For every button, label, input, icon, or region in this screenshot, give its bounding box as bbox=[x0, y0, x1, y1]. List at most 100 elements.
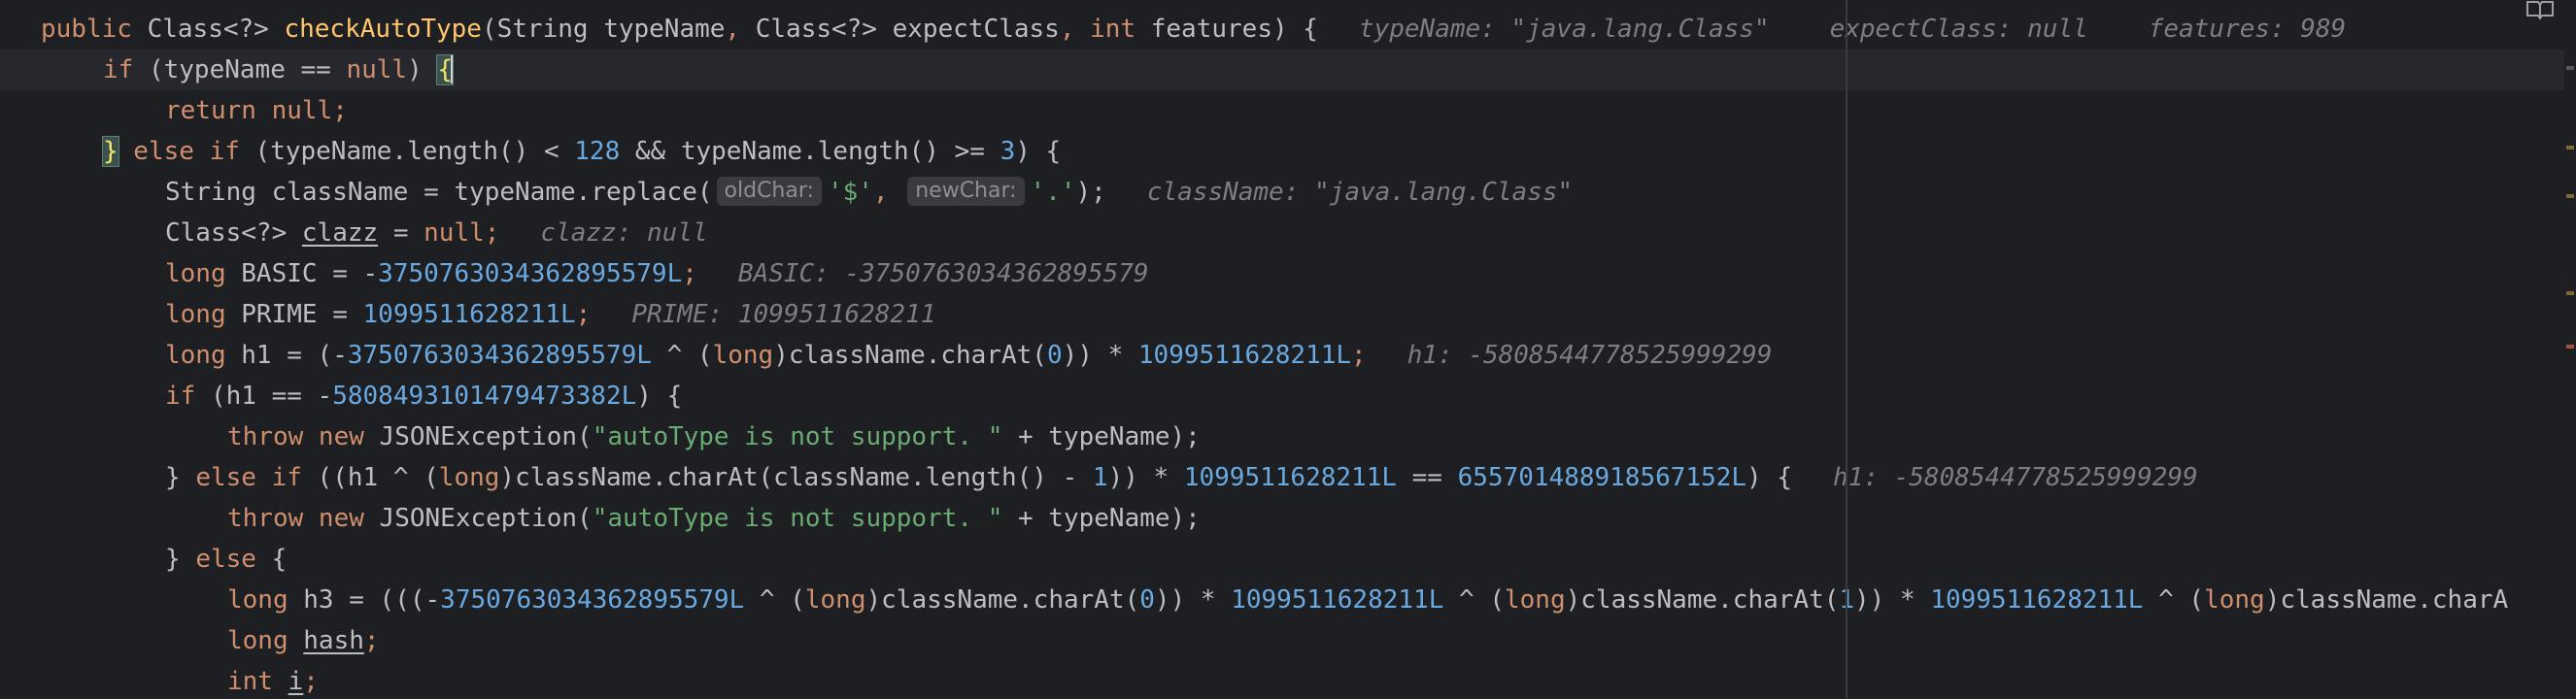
code-text: ^ ( bbox=[651, 341, 713, 370]
number-literal: 0 bbox=[1139, 585, 1155, 615]
code-text: JSONException( bbox=[379, 422, 593, 451]
code-editor[interactable]: public Class<?> checkAutoType(String typ… bbox=[0, 0, 2576, 699]
inline-value-h1: h1: -5808544778525999299 bbox=[1407, 341, 1773, 370]
number-literal: 3750763034362895579L bbox=[347, 341, 652, 370]
number-literal: 655701488918567152L bbox=[1457, 463, 1747, 492]
number-literal: 3750763034362895579L bbox=[440, 585, 745, 615]
code-text: } bbox=[165, 463, 196, 492]
semicolon: ; bbox=[303, 667, 319, 696]
code-text: BASIC = - bbox=[225, 259, 379, 288]
code-line-12[interactable]: } else if ((h1 ^ (long)className.charAt(… bbox=[165, 457, 2576, 498]
scrollbar-marker bbox=[2566, 291, 2574, 295]
reader-mode-icon[interactable] bbox=[2525, 0, 2555, 21]
kw-return: return bbox=[165, 96, 272, 125]
code-text: ) { bbox=[1015, 137, 1062, 166]
code-text: PRIME = bbox=[225, 300, 363, 329]
kw-long: long bbox=[804, 585, 866, 615]
code-line-8[interactable]: long PRIME = 1099511628211L; PRIME: 10995… bbox=[165, 294, 2576, 335]
number-literal: 0 bbox=[1046, 341, 1063, 370]
scrollbar-marker bbox=[2566, 146, 2574, 150]
inline-value-typename: typeName: "java.lang.Class" bbox=[1358, 15, 1770, 44]
variable-hash[interactable]: hash bbox=[303, 626, 364, 655]
inline-value-prime: PRIME: 1099511628211 bbox=[631, 300, 936, 329]
semicolon: ; bbox=[363, 626, 380, 655]
code-line-6[interactable]: Class<?> clazz = null; clazz: null bbox=[165, 213, 2576, 253]
code-text: + typeName); bbox=[1002, 422, 1201, 451]
code-text: String className = typeName.replace( bbox=[165, 178, 713, 207]
code-text: + typeName); bbox=[1002, 504, 1201, 533]
code-text: ((h1 ^ ( bbox=[301, 463, 439, 492]
right-margin-guide bbox=[1846, 0, 1847, 699]
code-text: )className.charA bbox=[2264, 585, 2509, 615]
code-line-16[interactable]: long hash; bbox=[227, 620, 2576, 661]
code-line-17[interactable]: int i; bbox=[227, 661, 2576, 699]
code-text: (h1 == - bbox=[195, 382, 333, 411]
code-text: ^ ( bbox=[1443, 585, 1505, 615]
number-literal: 1 bbox=[1092, 463, 1108, 492]
kw-if: if bbox=[209, 137, 240, 166]
code-line-9[interactable]: long h1 = (-3750763034362895579L ^ (long… bbox=[165, 335, 2576, 376]
kw-long: long bbox=[165, 300, 226, 329]
code-line-10[interactable]: if (h1 == -5808493101479473382L) { bbox=[165, 376, 2576, 416]
number-literal: 1099511628211L bbox=[1231, 585, 1444, 615]
kw-long: long bbox=[2204, 585, 2265, 615]
matched-brace-close: } bbox=[102, 136, 119, 167]
code-line-5[interactable]: String className = typeName.replace(oldC… bbox=[165, 172, 2576, 213]
inline-value-basic: BASIC: -3750763034362895579 bbox=[737, 259, 1149, 288]
code-line-14[interactable]: } else { bbox=[165, 539, 2576, 580]
code-text: )) * bbox=[1062, 341, 1138, 370]
scrollbar-marker bbox=[2566, 66, 2574, 70]
number-literal: 5808493101479473382L bbox=[332, 382, 637, 411]
semicolon: ; bbox=[1351, 341, 1367, 370]
kw-if: if bbox=[103, 55, 134, 84]
code-line-4[interactable]: } else if (typeName.length() < 128 && ty… bbox=[102, 131, 2576, 172]
number-literal: 3 bbox=[1000, 137, 1016, 166]
string-literal: "autoType is not support. " bbox=[592, 504, 1003, 533]
code-text: ); bbox=[1075, 178, 1106, 207]
kw-if: if bbox=[165, 382, 196, 411]
code-text: ^ ( bbox=[2143, 585, 2205, 615]
code-text: ^ ( bbox=[744, 585, 805, 615]
code-text: )) * bbox=[1154, 585, 1232, 615]
number-literal: 1099511628211L bbox=[1183, 463, 1397, 492]
code-line-11[interactable]: throw new JSONException("autoType is not… bbox=[227, 416, 2576, 457]
parameter-hint-newchar: newChar: bbox=[907, 177, 1025, 206]
scrollbar-track[interactable] bbox=[2564, 0, 2576, 699]
param-typename: (String typeName bbox=[481, 15, 726, 44]
comma: , bbox=[872, 178, 904, 207]
kw-throw: throw bbox=[227, 422, 319, 451]
code-text: = bbox=[378, 218, 424, 248]
code-text: )className.charAt( bbox=[1565, 585, 1840, 615]
kw-else: else bbox=[118, 137, 210, 166]
code-text: } bbox=[165, 545, 196, 574]
code-text: )) * bbox=[1107, 463, 1184, 492]
kw-null: null bbox=[271, 96, 333, 125]
scrollbar-marker bbox=[2566, 345, 2574, 349]
scrollbar-marker bbox=[2566, 194, 2574, 198]
kw-long: long bbox=[1504, 585, 1566, 615]
code-text: ) bbox=[407, 55, 438, 84]
inline-value-features: features: 989 bbox=[2148, 15, 2347, 44]
code-line-13[interactable]: throw new JSONException("autoType is not… bbox=[227, 498, 2576, 539]
inline-value-h1: h1: -5808544778525999299 bbox=[1833, 463, 2198, 492]
kw-long: long bbox=[227, 626, 304, 655]
number-literal: 1099511628211L bbox=[1930, 585, 2144, 615]
char-literal: '$' bbox=[827, 178, 873, 207]
code-text: && typeName.length() >= bbox=[620, 137, 1000, 166]
variable-clazz[interactable]: clazz bbox=[302, 218, 378, 248]
variable-i[interactable]: i bbox=[288, 667, 304, 696]
code-text: (typeName == bbox=[133, 55, 347, 84]
code-line-15[interactable]: long h3 = (((-3750763034362895579L ^ (lo… bbox=[227, 580, 2559, 620]
kw-if: if bbox=[271, 463, 302, 492]
code-line-3[interactable]: return null; bbox=[165, 90, 2576, 131]
code-line-2[interactable]: if (typeName == null) { bbox=[0, 50, 2564, 90]
code-line-1[interactable]: public Class<?> checkAutoType(String typ… bbox=[41, 9, 2576, 50]
method-name[interactable]: checkAutoType bbox=[284, 15, 482, 44]
kw-throw: throw bbox=[227, 504, 319, 533]
code-line-7[interactable]: long BASIC = -3750763034362895579L; BASIC… bbox=[165, 253, 2576, 294]
param-features: features) { bbox=[1135, 15, 1318, 44]
string-literal: "autoType is not support. " bbox=[592, 422, 1003, 451]
kw-long: long bbox=[165, 259, 226, 288]
kw-null: null bbox=[424, 218, 485, 248]
kw-long: long bbox=[712, 341, 774, 370]
